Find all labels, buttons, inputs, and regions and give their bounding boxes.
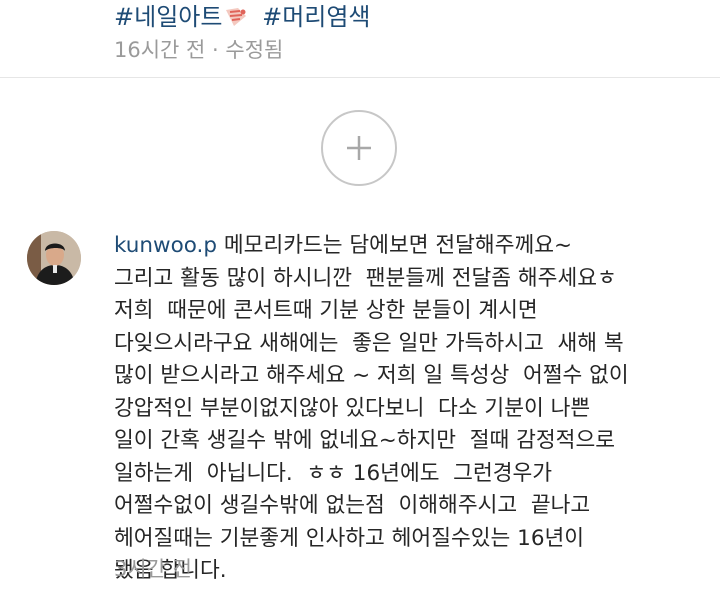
avatar[interactable] bbox=[27, 231, 81, 285]
comment-text: 일이 간혹 생길수 밖에 없네요~하지만 절때 감정적으로 bbox=[114, 428, 616, 453]
comment-text: 저희 때문에 콘서트때 기분 상한 분들이 계시면 bbox=[114, 298, 538, 323]
comment-text: 다잊으시라구요 새해에는 좋은 일만 가득하시고 새해 복 bbox=[114, 330, 624, 356]
divider bbox=[0, 77, 720, 78]
nail-polish-icon bbox=[224, 5, 248, 27]
comment-text: 됐음 합니다. bbox=[114, 558, 227, 583]
comment-username-link[interactable]: kunwoo.p bbox=[114, 233, 217, 258]
comment-text: 많이 받으시라고 해주세요 ~ 저희 일 특성상 어쩔수 없이 bbox=[114, 363, 629, 388]
plus-icon bbox=[347, 136, 371, 160]
comment-text: 강압적인 부분이없지않아 있다보니 다소 기분이 나쁜 bbox=[114, 395, 591, 421]
comment-text: 그리고 활동 많이 하시니깐 팬분들께 전달좀 해주세요ㅎ bbox=[114, 265, 617, 291]
hashtag-link[interactable]: #네일아트 bbox=[114, 3, 222, 31]
post-hashtags: #네일아트 #머리염색 bbox=[114, 2, 371, 32]
hashtag-link[interactable]: #머리염색 bbox=[262, 3, 370, 31]
comment-text: 헤어질때는 기분좋게 인사하고 헤어질수있는 16년이 bbox=[114, 525, 585, 551]
comment-text: 일하는게 아닙니다. ㅎㅎ 16년에도 그런경우가 bbox=[114, 460, 553, 486]
comment-line-1: kunwoo.p 메모리카드는 담에보면 전달해주께요~ bbox=[114, 230, 714, 263]
load-more-comments-button[interactable] bbox=[321, 110, 397, 186]
post-timestamp: 16시간 전 · 수정됨 bbox=[114, 38, 284, 62]
comment-timestamp: 3시간 전 bbox=[114, 557, 192, 581]
comment-body: kunwoo.p 메모리카드는 담에보면 전달해주께요~ 그리고 활동 많이 하… bbox=[114, 230, 714, 588]
comment-text: 메모리카드는 담에보면 전달해주께요~ bbox=[223, 233, 573, 258]
comment-text: 어쩔수없이 생길수밖에 없는점 이해해주시고 끝나고 bbox=[114, 493, 591, 518]
